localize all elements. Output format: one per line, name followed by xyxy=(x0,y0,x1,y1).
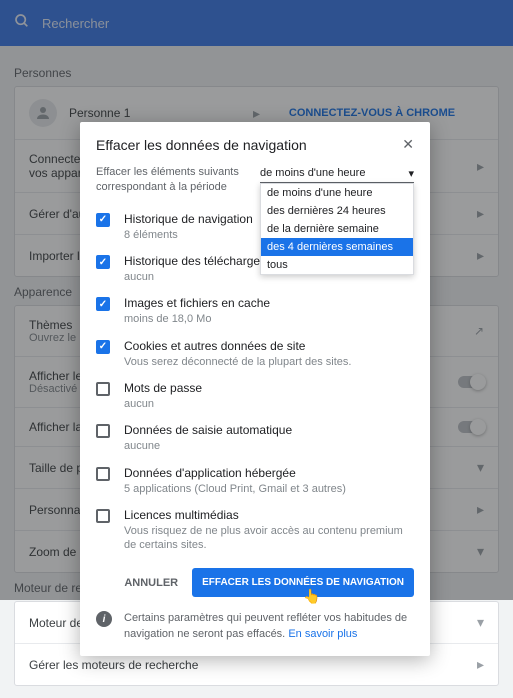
check-sub: aucune xyxy=(124,439,414,453)
checkbox[interactable] xyxy=(96,340,110,354)
check-sub: Vous serez déconnecté de la plupart des … xyxy=(124,355,414,369)
info-icon: i xyxy=(96,611,112,627)
check-row: Cookies et autres données de site Vous s… xyxy=(80,333,430,375)
period-option[interactable]: tous xyxy=(261,256,413,274)
clear-data-dialog: Effacer les données de navigation ✕ Effa… xyxy=(80,122,430,656)
check-title: Images et fichiers en cache xyxy=(124,296,414,310)
close-icon[interactable]: ✕ xyxy=(402,136,414,153)
period-option[interactable]: de la dernière semaine xyxy=(261,220,413,238)
learn-more-link[interactable]: En savoir plus xyxy=(288,628,357,640)
period-option[interactable]: des 4 dernières semaines xyxy=(261,238,413,256)
checkbox[interactable] xyxy=(96,297,110,311)
cursor-icon: 👆 xyxy=(303,588,320,605)
period-dropdown: de moins d'une heure des dernières 24 he… xyxy=(260,183,414,275)
check-title: Mots de passe xyxy=(124,381,414,395)
check-title: Données d'application hébergée xyxy=(124,466,414,480)
checkbox[interactable] xyxy=(96,213,110,227)
dialog-title: Effacer les données de navigation xyxy=(96,137,307,153)
check-row: Données de saisie automatique aucune xyxy=(80,417,430,459)
check-row: Licences multimédias Vous risquez de ne … xyxy=(80,502,430,559)
check-sub: moins de 18,0 Mo xyxy=(124,312,414,326)
cancel-button[interactable]: ANNULER xyxy=(118,569,184,597)
check-title: Données de saisie automatique xyxy=(124,423,414,437)
checkbox[interactable] xyxy=(96,509,110,523)
period-label: Effacer les éléments suivants correspond… xyxy=(96,165,250,196)
info-text: Certains paramètres qui peuvent refléter… xyxy=(124,611,414,642)
period-option[interactable]: des dernières 24 heures xyxy=(261,202,413,220)
check-sub: Vous risquez de ne plus avoir accès au c… xyxy=(124,524,414,553)
chevron-down-icon: ▾ xyxy=(408,167,414,180)
checkbox[interactable] xyxy=(96,382,110,396)
check-sub: aucun xyxy=(124,397,414,411)
checkbox[interactable] xyxy=(96,255,110,269)
check-title: Licences multimédias xyxy=(124,508,414,522)
check-row: Données d'application hébergée 5 applica… xyxy=(80,460,430,502)
confirm-button[interactable]: EFFACER LES DONNÉES DE NAVIGATION 👆 xyxy=(192,568,414,597)
checkbox[interactable] xyxy=(96,424,110,438)
period-select[interactable]: de moins d'une heure▾ de moins d'une heu… xyxy=(260,165,414,183)
check-title: Cookies et autres données de site xyxy=(124,339,414,353)
check-sub: 5 applications (Cloud Print, Gmail et 3 … xyxy=(124,482,414,496)
checkbox[interactable] xyxy=(96,467,110,481)
check-row: Mots de passe aucun xyxy=(80,375,430,417)
check-row: Images et fichiers en cache moins de 18,… xyxy=(80,290,430,332)
period-option[interactable]: de moins d'une heure xyxy=(261,184,413,202)
